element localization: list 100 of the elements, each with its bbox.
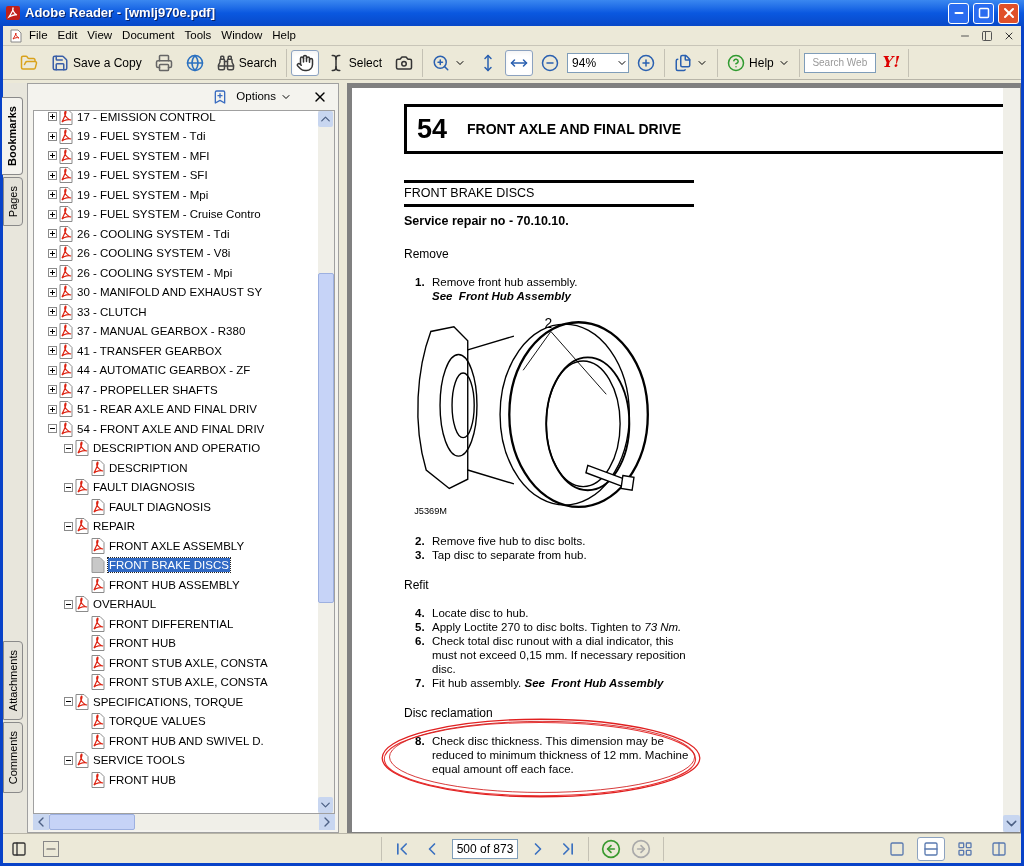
menu-item[interactable]: Edit: [53, 26, 82, 45]
expander-icon[interactable]: [64, 482, 73, 492]
expander-icon[interactable]: [48, 229, 57, 239]
bookmark-item[interactable]: 26 - COOLING SYSTEM - Mpi: [76, 265, 234, 280]
scroll-left-icon[interactable]: [33, 814, 49, 830]
section-heading: Refit: [404, 576, 430, 594]
menu-item[interactable]: Help: [268, 26, 300, 45]
expander-icon[interactable]: [48, 170, 57, 180]
expander-icon[interactable]: [48, 385, 57, 395]
menu-item[interactable]: View: [83, 26, 117, 45]
view-mode-button[interactable]: [917, 836, 945, 861]
expander-icon[interactable]: [48, 151, 57, 161]
expander-icon[interactable]: [48, 112, 57, 122]
bookmark-item[interactable]: REPAIR: [92, 519, 136, 534]
scroll-thumb[interactable]: [49, 814, 135, 830]
bookmark-item[interactable]: 41 - TRANSFER GEARBOX: [76, 343, 223, 358]
bookmark-item[interactable]: 26 - COOLING SYSTEM - V8i: [76, 246, 232, 261]
expander-icon[interactable]: [64, 521, 73, 531]
minimize-button[interactable]: [948, 2, 969, 24]
scroll-down-icon[interactable]: [318, 797, 333, 813]
menu-item[interactable]: Tools: [180, 26, 216, 45]
side-tab[interactable]: Comments: [3, 721, 23, 793]
options-button[interactable]: Options: [236, 88, 292, 106]
bookmark-item[interactable]: FRONT STUB AXLE, CONSTA: [108, 675, 269, 690]
bookmark-item[interactable]: 26 - COOLING SYSTEM - Tdi: [76, 226, 231, 241]
expander-icon[interactable]: [48, 307, 57, 317]
bookmark-item[interactable]: FRONT HUB: [108, 772, 177, 787]
bookmark-item[interactable]: FAULT DIAGNOSIS: [108, 499, 212, 514]
zoom-field[interactable]: 94%: [567, 52, 630, 73]
bookmark-item[interactable]: FRONT STUB AXLE, CONSTA: [108, 655, 269, 670]
side-tab[interactable]: Pages: [3, 176, 23, 227]
bookmark-item[interactable]: 37 - MANUAL GEARBOX - R380: [76, 324, 247, 339]
menu-item[interactable]: Window: [217, 26, 267, 45]
bookmark-item[interactable]: 51 - REAR AXLE AND FINAL DRIV: [76, 402, 258, 417]
side-tab[interactable]: Bookmarks: [2, 97, 23, 175]
expander-icon[interactable]: [48, 131, 57, 141]
tool-button[interactable]: Save a Copy: [46, 49, 147, 76]
bookmark-item[interactable]: FRONT HUB: [108, 636, 177, 651]
expander-icon[interactable]: [48, 404, 57, 414]
bookmark-item[interactable]: 33 - CLUTCH: [76, 304, 148, 319]
menu-item[interactable]: File: [25, 26, 52, 45]
bookmark-item[interactable]: FRONT HUB ASSEMBLY: [108, 577, 241, 592]
tool-button[interactable]: Select: [321, 49, 388, 76]
bookmark-item[interactable]: 54 - FRONT AXLE AND FINAL DRIV: [76, 421, 266, 436]
icon-button[interactable]: [290, 49, 319, 76]
expander-icon[interactable]: [48, 346, 57, 356]
expander-icon[interactable]: [48, 268, 57, 278]
search-field[interactable]: Search Web: [803, 52, 876, 73]
scroll-right-icon[interactable]: [319, 814, 335, 830]
bookmark-item[interactable]: 19 - FUEL SYSTEM - SFI: [76, 168, 209, 183]
vertical-scrollbar[interactable]: [318, 111, 334, 813]
scroll-up-icon[interactable]: [318, 111, 333, 127]
menu-item[interactable]: Document: [118, 26, 179, 45]
bookmark-item[interactable]: 47 - PROPELLER SHAFTS: [76, 382, 219, 397]
bookmark-item[interactable]: DESCRIPTION: [108, 460, 189, 475]
tool-button[interactable]: Help: [722, 49, 795, 76]
expander-icon[interactable]: [48, 365, 57, 375]
back-icon[interactable]: [601, 838, 621, 859]
expander-icon[interactable]: [64, 443, 73, 453]
horizontal-scrollbar[interactable]: [33, 814, 335, 830]
bookmark-item[interactable]: 19 - FUEL SYSTEM - Tdi: [76, 129, 207, 144]
yahoo-logo[interactable]: Y!: [878, 51, 905, 74]
bookmark-item[interactable]: 19 - FUEL SYSTEM - Cruise Contro: [76, 207, 262, 222]
expander-icon[interactable]: [48, 209, 57, 219]
expander-icon[interactable]: [48, 190, 57, 200]
vertical-scrollbar[interactable]: [1003, 88, 1020, 832]
bookmark-item[interactable]: DESCRIPTION AND OPERATIO: [92, 441, 262, 456]
maximize-button[interactable]: [973, 2, 994, 24]
restore-icon[interactable]: [981, 29, 993, 42]
bookmark-item[interactable]: FRONT DIFFERENTIAL: [108, 616, 235, 631]
panel-icon[interactable]: [11, 840, 27, 857]
expander-icon[interactable]: [48, 326, 57, 336]
bookmark-item[interactable]: SERVICE TOOLS: [92, 753, 187, 768]
bookmark-item[interactable]: FRONT HUB AND SWIVEL D.: [108, 733, 265, 748]
hide-icon[interactable]: [43, 840, 59, 857]
expander-icon[interactable]: [48, 287, 57, 297]
bookmark-item[interactable]: FAULT DIAGNOSIS: [92, 480, 196, 495]
scroll-down-icon[interactable]: [1003, 815, 1020, 832]
scroll-thumb[interactable]: [318, 273, 334, 603]
bookmark-item[interactable]: 19 - FUEL SYSTEM - MFI: [76, 148, 211, 163]
expander-icon[interactable]: [64, 755, 73, 765]
maximize-icon: [977, 7, 990, 19]
bookmark-item[interactable]: 30 - MANIFOLD AND EXHAUST SY: [76, 285, 264, 300]
close-button[interactable]: [998, 2, 1019, 24]
tool-button[interactable]: Search: [211, 49, 282, 76]
expander-icon[interactable]: [64, 697, 73, 707]
expander-icon[interactable]: [64, 599, 73, 609]
page-number-field[interactable]: 500 of 873: [452, 838, 518, 859]
expander-icon[interactable]: [48, 424, 57, 434]
pdf-icon: [75, 752, 89, 769]
bookmark-item[interactable]: SPECIFICATIONS, TORQUE: [92, 694, 245, 709]
bookmark-item[interactable]: FRONT AXLE ASSEMBLY: [108, 538, 246, 553]
bookmark-item[interactable]: 17 - EMISSION CONTROL: [76, 111, 217, 124]
bookmark-item[interactable]: TORQUE VALUES: [108, 714, 207, 729]
expander-icon[interactable]: [48, 248, 57, 258]
side-tab[interactable]: Attachments: [3, 640, 23, 720]
bookmark-item[interactable]: 44 - AUTOMATIC GEARBOX - ZF: [76, 363, 252, 378]
bookmark-item[interactable]: OVERHAUL: [92, 597, 158, 612]
bookmark-item[interactable]: 19 - FUEL SYSTEM - Mpi: [76, 187, 210, 202]
bookmark-item[interactable]: FRONT BRAKE DISCS: [108, 558, 230, 573]
